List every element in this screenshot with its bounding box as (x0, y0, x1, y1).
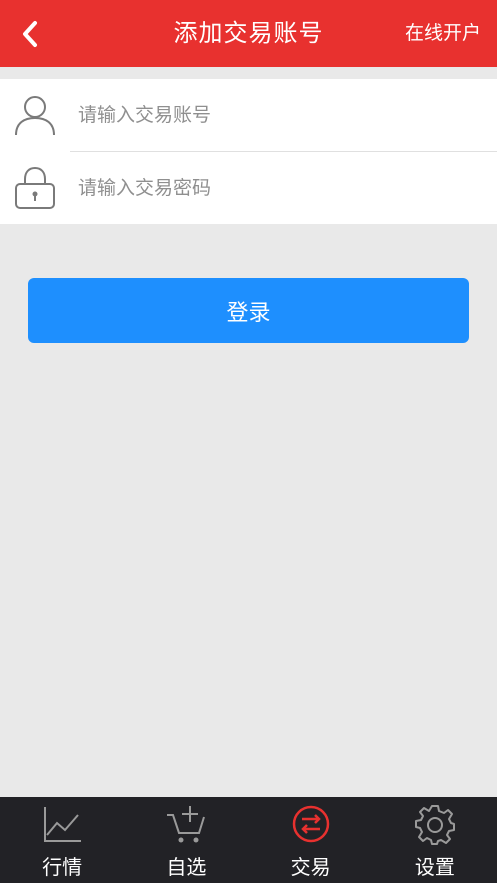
app-header: 添加交易账号 在线开户 (0, 0, 497, 67)
cart-add-icon (167, 806, 206, 843)
tab-settings[interactable]: 设置 (373, 797, 497, 883)
user-icon (15, 96, 55, 136)
tab-label: 自选 (166, 855, 207, 879)
open-account-link[interactable]: 在线开户 (405, 0, 481, 67)
account-row (0, 79, 497, 152)
gear-icon (414, 805, 455, 845)
tab-label: 行情 (42, 855, 83, 879)
tab-trade[interactable]: 交易 (249, 797, 373, 883)
login-button[interactable]: 登录 (28, 278, 469, 343)
password-input[interactable] (78, 168, 478, 208)
exchange-icon (292, 805, 329, 843)
line-chart-icon (44, 807, 82, 842)
tab-market[interactable]: 行情 (0, 797, 124, 883)
login-form (0, 79, 497, 224)
tab-label: 设置 (414, 855, 455, 879)
tab-label: 交易 (290, 855, 331, 879)
account-input[interactable] (78, 95, 478, 135)
tab-watchlist[interactable]: 自选 (124, 797, 248, 883)
password-row (0, 152, 497, 224)
lock-icon (15, 166, 55, 209)
bottom-tab-bar: 行情 自选 交易 设置 (0, 797, 497, 883)
